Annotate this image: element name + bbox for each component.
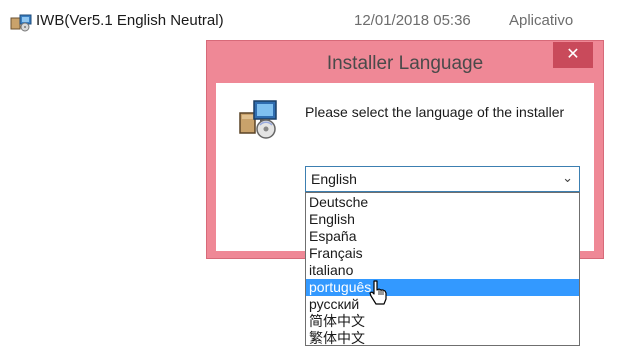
- file-row[interactable]: IWB(Ver5.1 English Neutral) 12/01/2018 0…: [0, 10, 629, 32]
- close-button[interactable]: ✕: [553, 42, 593, 68]
- dialog-title: Installer Language: [326, 53, 484, 74]
- title-bar[interactable]: Installer Language ✕: [207, 41, 603, 83]
- chevron-down-icon[interactable]: ⌄: [562, 170, 573, 186]
- language-dropdown-list[interactable]: Deutsche English España Français italian…: [305, 192, 580, 346]
- option-simplified-chinese[interactable]: 简体中文: [306, 313, 579, 330]
- option-portugues[interactable]: português: [306, 279, 579, 296]
- option-english[interactable]: English: [306, 211, 579, 228]
- prompt-text: Please select the language of the instal…: [305, 104, 565, 120]
- option-francais[interactable]: Français: [306, 245, 579, 262]
- file-type: Aplicativo: [509, 12, 574, 29]
- language-select-value: English: [311, 171, 357, 187]
- option-italiano[interactable]: italiano: [306, 262, 579, 279]
- hand-cursor-icon: [369, 280, 387, 305]
- file-date: 12/01/2018 05:36: [354, 12, 471, 29]
- installer-icon: [239, 100, 277, 139]
- option-espana[interactable]: España: [306, 228, 579, 245]
- file-name[interactable]: IWB(Ver5.1 English Neutral): [36, 12, 224, 29]
- installer-package-icon: [10, 14, 32, 32]
- option-russian[interactable]: русский: [306, 296, 579, 313]
- option-traditional-chinese[interactable]: 繁体中文: [306, 330, 579, 345]
- language-select[interactable]: English ⌄: [305, 166, 580, 192]
- option-deutsche[interactable]: Deutsche: [306, 194, 579, 211]
- close-icon: ✕: [566, 46, 580, 63]
